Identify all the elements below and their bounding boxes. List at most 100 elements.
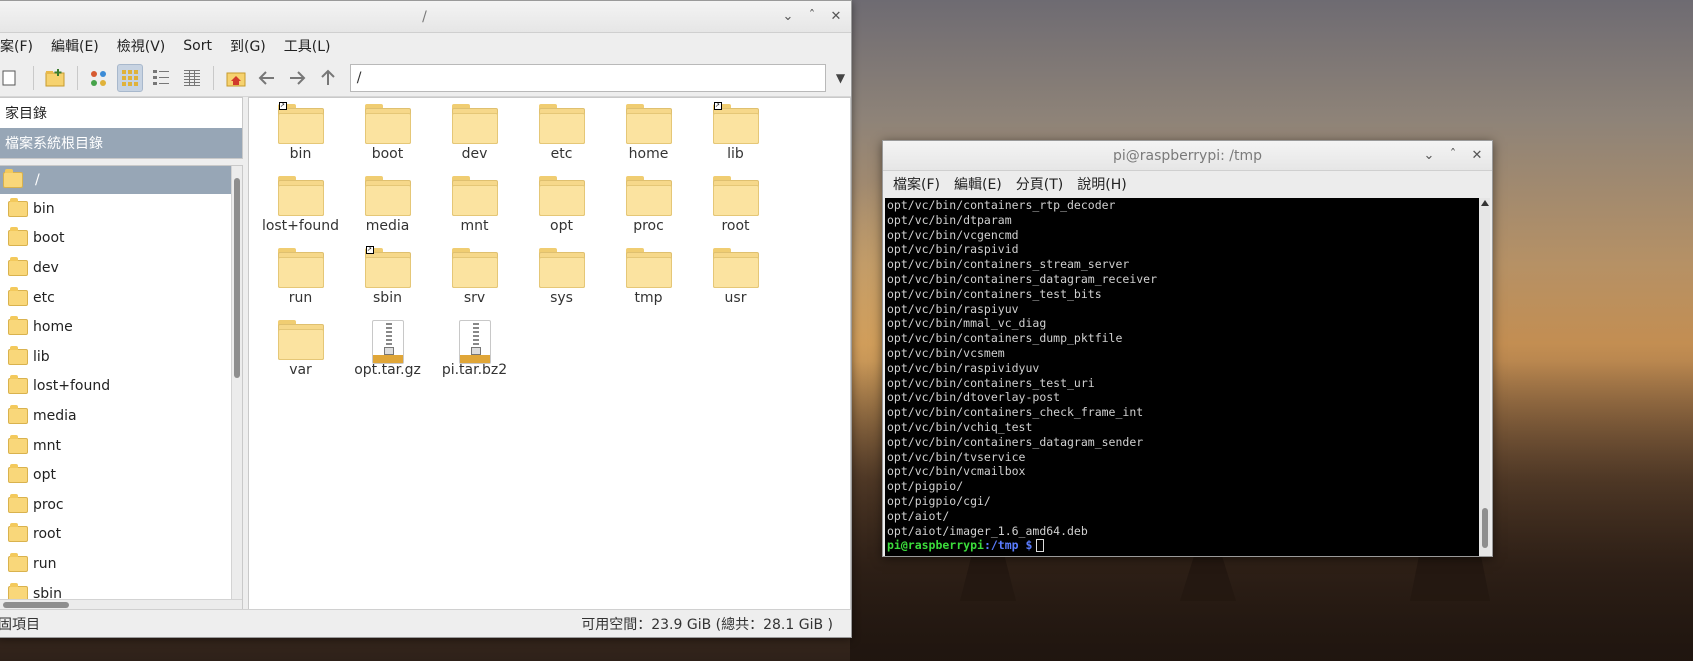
path-dropdown-button[interactable]: ▼ bbox=[830, 64, 851, 92]
tree-item[interactable]: lost+found bbox=[0, 372, 242, 402]
file-name: etc bbox=[550, 146, 573, 162]
file-item[interactable]: ↗ lib bbox=[692, 102, 779, 176]
scroll-thumb[interactable] bbox=[3, 602, 69, 608]
menu-view[interactable]: 檢視(V) bbox=[115, 34, 168, 58]
file-item[interactable]: var bbox=[257, 320, 344, 392]
file-item[interactable]: tmp bbox=[605, 248, 692, 320]
menu-edit[interactable]: 編輯(E) bbox=[49, 34, 101, 58]
menu-help[interactable]: 說明(H) bbox=[1077, 174, 1126, 194]
menu-go[interactable]: 到(G) bbox=[228, 34, 268, 58]
place-filesystem-root[interactable]: 檔案系統根目錄 bbox=[0, 128, 242, 158]
close-button[interactable]: ✕ bbox=[1468, 147, 1486, 165]
tree-item-label: etc bbox=[33, 289, 55, 306]
scroll-thumb[interactable] bbox=[234, 178, 240, 378]
tree-item[interactable]: lib bbox=[0, 342, 242, 372]
file-item[interactable]: dev bbox=[431, 104, 518, 176]
home-icon bbox=[226, 72, 246, 86]
menu-tools[interactable]: 工具(L) bbox=[282, 34, 333, 58]
terminal-output-line: opt/vc/bin/containers_datagram_receiver bbox=[887, 271, 1158, 286]
close-button[interactable]: ✕ bbox=[827, 8, 845, 26]
chevron-down-icon: ▼ bbox=[835, 70, 846, 85]
file-item[interactable]: pi.tar.bz2 bbox=[431, 320, 518, 392]
window-title: pi@raspberrypi: /tmp bbox=[1112, 147, 1263, 164]
minimize-button[interactable]: ⌄ bbox=[1420, 147, 1438, 165]
file-item[interactable]: etc bbox=[518, 104, 605, 176]
home-button[interactable] bbox=[222, 64, 249, 92]
folder-icon bbox=[451, 248, 498, 288]
menu-file[interactable]: 檔案(F) bbox=[893, 174, 940, 194]
file-view: ↗ bin boot dev etc home ↗ lib lost+found media mnt… bbox=[248, 97, 851, 611]
file-item[interactable]: ↗ sbin bbox=[344, 246, 431, 320]
up-button[interactable] bbox=[315, 64, 342, 92]
menu-tabs[interactable]: 分頁(T) bbox=[1016, 174, 1063, 194]
new-folder-button[interactable] bbox=[42, 64, 69, 92]
terminal-titlebar[interactable]: pi@raspberrypi: /tmp ⌄ ˆ ✕ bbox=[883, 141, 1492, 171]
file-item[interactable]: ↗ bin bbox=[257, 102, 344, 176]
terminal-output-line: opt/vc/bin/vcgencmd bbox=[887, 227, 1019, 242]
tree-item[interactable]: run bbox=[0, 549, 242, 579]
minimize-button[interactable]: ⌄ bbox=[779, 8, 797, 26]
new-window-button[interactable] bbox=[0, 64, 25, 92]
folder-icon bbox=[277, 320, 324, 360]
detailed-view-icon bbox=[183, 69, 200, 86]
tree-item-label: mnt bbox=[33, 437, 61, 454]
file-item[interactable]: opt bbox=[518, 176, 605, 248]
file-item[interactable]: boot bbox=[344, 104, 431, 176]
file-name: dev bbox=[461, 146, 488, 162]
tree-item[interactable]: home bbox=[0, 312, 242, 342]
menu-edit[interactable]: 編輯(E) bbox=[954, 174, 1002, 194]
terminal-output-line: opt/vc/bin/containers_rtp_decoder bbox=[887, 198, 1116, 212]
terminal-scrollbar[interactable] bbox=[1479, 198, 1490, 556]
maximize-button[interactable]: ˆ bbox=[1444, 147, 1462, 165]
view-detailed-button[interactable] bbox=[178, 64, 205, 92]
folder-icon bbox=[8, 404, 28, 424]
view-icons-button[interactable] bbox=[86, 64, 113, 92]
tree-item[interactable]: proc bbox=[0, 490, 242, 520]
tree-vertical-scrollbar[interactable] bbox=[231, 166, 242, 610]
file-item[interactable]: proc bbox=[605, 176, 692, 248]
tree-root-item[interactable]: / bbox=[0, 166, 242, 194]
tree-item[interactable]: bin bbox=[0, 194, 242, 224]
file-item[interactable]: media bbox=[344, 176, 431, 248]
file-item[interactable]: mnt bbox=[431, 176, 518, 248]
path-input[interactable]: / bbox=[349, 63, 826, 92]
view-grid-button[interactable] bbox=[116, 63, 144, 92]
forward-button[interactable] bbox=[284, 64, 311, 92]
terminal-output-line: opt/vc/bin/containers_check_frame_int bbox=[887, 405, 1144, 420]
file-name: opt bbox=[550, 218, 573, 234]
folder-icon bbox=[8, 523, 28, 543]
file-item[interactable]: srv bbox=[431, 248, 518, 320]
tree-item[interactable]: media bbox=[0, 401, 242, 431]
terminal-screen[interactable]: opt/vc/bin/containers_rtp_decoder opt/vc/… bbox=[885, 198, 1481, 556]
prompt-path: :/tmp bbox=[983, 538, 1019, 553]
scroll-thumb[interactable] bbox=[1482, 508, 1488, 548]
maximize-button[interactable]: ˆ bbox=[803, 8, 821, 26]
tree-item[interactable]: etc bbox=[0, 283, 242, 313]
folder-icon bbox=[8, 345, 28, 365]
file-item[interactable]: lost+found bbox=[257, 176, 344, 248]
folder-icon: ↗ bbox=[277, 102, 324, 144]
place-home[interactable]: 家目錄 bbox=[0, 98, 242, 128]
file-item[interactable]: sys bbox=[518, 248, 605, 320]
file-item[interactable]: root bbox=[692, 176, 779, 248]
status-bar: 固項目 可用空間：23.9 GiB (總共：28.1 GiB ) bbox=[0, 609, 851, 637]
view-compact-button[interactable] bbox=[147, 64, 174, 92]
terminal-output-line: opt/vc/bin/vchiq_test bbox=[887, 419, 1033, 434]
tree-item[interactable]: root bbox=[0, 520, 242, 550]
folder-icon bbox=[8, 552, 28, 572]
file-item[interactable]: home bbox=[605, 104, 692, 176]
file-manager-titlebar[interactable]: / ⌄ ˆ ✕ bbox=[0, 1, 851, 33]
scroll-up-icon[interactable] bbox=[1481, 200, 1489, 206]
file-item[interactable]: run bbox=[257, 248, 344, 320]
terminal-output-line: opt/vc/bin/containers_stream_server bbox=[887, 257, 1130, 272]
back-button[interactable] bbox=[253, 64, 280, 92]
menu-sort[interactable]: Sort bbox=[181, 36, 214, 56]
file-item[interactable]: opt.tar.gz bbox=[344, 320, 431, 392]
tree-item[interactable]: boot bbox=[0, 224, 242, 254]
tree-item[interactable]: opt bbox=[0, 460, 242, 490]
file-name: sbin bbox=[373, 290, 402, 306]
tree-item[interactable]: dev bbox=[0, 253, 242, 283]
file-item[interactable]: usr bbox=[692, 248, 779, 320]
tree-item[interactable]: mnt bbox=[0, 431, 242, 461]
menu-file[interactable]: 案(F) bbox=[0, 34, 35, 58]
